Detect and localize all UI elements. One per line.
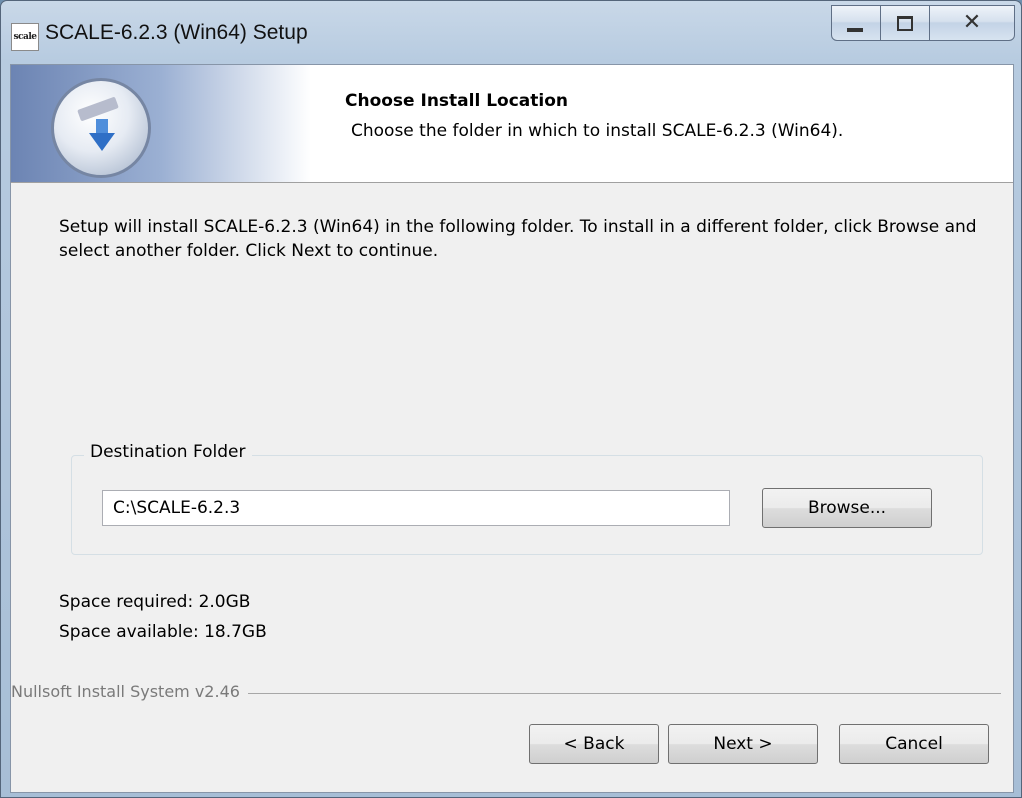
minimize-icon[interactable] [831,5,881,41]
destination-path-input[interactable] [102,490,730,526]
setup-window: scale SCALE-6.2.3 (Win64) Setup ✕ Choose… [0,0,1022,798]
space-available-text: Space available: 18.7GB [59,622,267,642]
space-required-text: Space required: 2.0GB [59,592,251,612]
dialog-client-area: Choose Install Location Choose the folde… [10,64,1014,793]
branding-text: Nullsoft Install System v2.46 [11,682,248,701]
next-button[interactable]: Next > [668,724,818,764]
page-title: Choose Install Location [345,91,569,111]
download-arrow-icon [89,133,115,151]
page-subtitle: Choose the folder in which to install SC… [351,121,844,141]
instruction-text: Setup will install SCALE-6.2.3 (Win64) i… [59,217,977,261]
title-bar[interactable]: scale SCALE-6.2.3 (Win64) Setup ✕ [1,1,1021,65]
scale-app-icon[interactable]: scale [11,23,39,51]
destination-folder-label: Destination Folder [84,442,252,462]
install-disc-icon [51,78,151,178]
dialog-header: Choose Install Location Choose the folde… [11,65,1013,183]
window-title: SCALE-6.2.3 (Win64) Setup [45,21,308,44]
cancel-button[interactable]: Cancel [839,724,989,764]
caption-buttons: ✕ [831,5,1015,41]
branding-line: Nullsoft Install System v2.46 [11,682,1001,702]
disc-label-graphic [77,96,119,122]
browse-button[interactable]: Browse... [762,488,932,528]
close-icon[interactable]: ✕ [930,5,1015,41]
destination-folder-group: Destination Folder Browse... [71,442,983,555]
maximize-icon[interactable] [881,5,930,41]
back-button[interactable]: < Back [529,724,659,764]
